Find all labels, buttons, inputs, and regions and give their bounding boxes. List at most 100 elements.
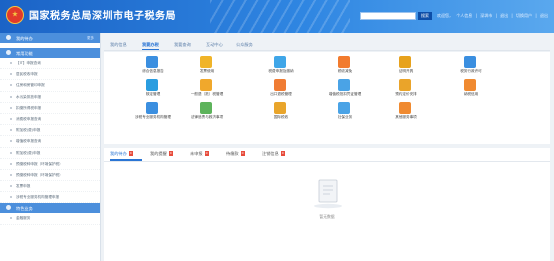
logout-link[interactable]: 退出 xyxy=(540,13,548,18)
sidebar-item[interactable]: 附加税(费)申报 xyxy=(0,125,100,137)
tab-todo[interactable]: 我的待办 0 xyxy=(110,151,133,157)
sidebar-item-label: 增值税申报查询 xyxy=(16,139,42,144)
sidebar-item-label: 附加税(费)申报 xyxy=(16,128,41,133)
service-grid: 综合信息报告 发票使用 税费申报及缴纳 税收减免 证明开具 税务行政许可核定管理 一般退（抵… xyxy=(104,52,550,144)
sidebar-item[interactable]: 居民税收申报 xyxy=(0,69,100,81)
service-icon xyxy=(200,56,212,68)
city-link[interactable]: 深圳市 xyxy=(480,13,492,18)
bullet-icon xyxy=(10,73,12,76)
bullet-icon xyxy=(10,140,12,143)
tab-tax-handling[interactable]: 我要办税 xyxy=(142,40,159,50)
service-label: 税务行政许可 xyxy=(460,69,482,73)
service-item[interactable]: 社保业务 xyxy=(314,100,376,120)
service-item[interactable]: 税费申报及缴纳 xyxy=(250,54,312,74)
separator: | xyxy=(535,13,537,18)
search-button[interactable]: 搜索 xyxy=(418,12,432,20)
service-item[interactable]: 税务行政许可 xyxy=(440,54,502,74)
service-item[interactable]: 增值税抵扣凭证管理 xyxy=(314,77,376,97)
service-icon xyxy=(464,79,476,91)
tab-unfiled[interactable]: 未申报 0 xyxy=(190,151,209,157)
service-item[interactable]: 核定管理 xyxy=(122,77,184,97)
sidebar-item-label: 发票申报 xyxy=(16,184,31,189)
sidebar-item[interactable]: 住房和房管印申报 xyxy=(0,80,100,92)
sidebar-item-label: 住房和房管印申报 xyxy=(16,83,45,88)
tab-interaction[interactable]: 互动中心 xyxy=(206,40,223,49)
tab-query[interactable]: 我要查询 xyxy=(174,40,191,49)
service-item[interactable]: 发票使用 xyxy=(176,54,238,74)
service-icon xyxy=(200,102,212,114)
sidebar-section-featured[interactable]: 特色业务 xyxy=(0,203,100,214)
site-title: 国家税务总局深圳市电子税务局 xyxy=(29,11,176,22)
tab-label: 我的待办 xyxy=(110,151,127,156)
service-label: 国际税收 xyxy=(273,115,289,119)
sidebar-home[interactable]: 我的待办 更多 xyxy=(0,33,100,43)
service-icon xyxy=(274,102,286,114)
service-item[interactable]: 纳税信用 xyxy=(440,77,502,97)
sidebar-item[interactable]: 消费税申报查询 xyxy=(0,114,100,126)
service-label: 综合信息报告 xyxy=(142,69,164,73)
sidebar-item[interactable]: 增值税申报查询 xyxy=(0,136,100,148)
service-item[interactable]: 国际税收 xyxy=(250,100,312,120)
sidebar-item[interactable]: 涉税专业服务机构管理申报 xyxy=(0,192,100,204)
exit-link[interactable]: 退出 xyxy=(500,13,508,18)
bullet-icon xyxy=(10,106,12,109)
sidebar-item[interactable]: 水污染排放申报 xyxy=(0,92,100,103)
list-icon xyxy=(6,50,11,55)
service-item[interactable]: 其他服务事项 xyxy=(375,100,437,120)
separator: | xyxy=(511,13,513,18)
service-label: 税费申报及缴纳 xyxy=(268,69,294,73)
tab-reminders[interactable]: 我的提醒 0 xyxy=(150,151,173,157)
sidebar-item[interactable]: 【IT】申报查询 xyxy=(0,58,100,70)
sidebar-item-label: 消费税申报查询 xyxy=(16,116,42,121)
service-item[interactable]: 证明开具 xyxy=(375,54,437,74)
service-icon xyxy=(146,56,158,68)
sidebar-item[interactable]: 附加税(费)申报 xyxy=(0,148,100,159)
switch-user-link[interactable]: 切换用户 xyxy=(516,13,532,18)
tabs-divider xyxy=(104,50,550,51)
service-label: 发票使用 xyxy=(199,69,215,73)
service-icon xyxy=(464,56,476,68)
service-label: 其他服务事项 xyxy=(395,115,417,119)
sidebar-item[interactable]: 金融服务 xyxy=(0,213,100,225)
sidebar-item[interactable]: 预缴税种申报（环境保护税） xyxy=(0,159,100,170)
service-item[interactable]: 综合信息报告 xyxy=(122,54,184,74)
tab-cancellation[interactable]: 注销信息 0 xyxy=(262,151,285,157)
tax-emblem-icon xyxy=(6,6,24,24)
sidebar-section-common[interactable]: 常用功能 xyxy=(0,48,100,58)
tab-label: 未申报 xyxy=(190,151,203,156)
service-item[interactable]: 税收减免 xyxy=(314,54,376,74)
sidebar-item-label: 附加税(费)申报 xyxy=(16,150,41,155)
todo-tabs: 我的待办 0 我的提醒 0 未申报 0 待缴款 0 注销信息 0 xyxy=(104,148,550,162)
header-decoration xyxy=(210,0,350,33)
sidebar-item-label: 涉税专业服务机构管理申报 xyxy=(16,195,60,200)
service-label: 涉税专业服务机构管理 xyxy=(135,115,171,119)
search-input[interactable] xyxy=(360,12,416,20)
service-item[interactable]: 一般退（抵）税管理 xyxy=(176,77,238,97)
sidebar-item-label: 预缴税种申报（环境保护税） xyxy=(16,161,63,166)
header: 国家税务总局深圳市电子税务局 搜索 欢迎您， 个人信息 | 深圳市 | 退出 |… xyxy=(0,0,554,33)
tab-unpaid[interactable]: 待缴款 0 xyxy=(226,151,245,157)
profile-link[interactable]: 个人信息 xyxy=(456,13,472,18)
bullet-icon xyxy=(10,117,12,120)
tab-public-service[interactable]: 公众服务 xyxy=(236,40,253,49)
sidebar-item[interactable]: 预缴税种申报（环境保护税） xyxy=(0,170,100,182)
bullet-icon xyxy=(10,95,12,98)
sidebar-item-label: 水污染排放申报 xyxy=(16,94,42,99)
service-item[interactable]: 预约定价安排 xyxy=(375,77,437,97)
service-item[interactable]: 涉税专业服务机构管理 xyxy=(122,100,184,120)
service-item[interactable]: 出口退税管理 xyxy=(250,77,312,97)
sidebar-item[interactable]: 发票申报 xyxy=(0,181,100,193)
service-label: 税收减免 xyxy=(337,69,353,73)
sidebar-home-label: 我的待办 xyxy=(16,35,33,41)
service-item[interactable]: 法律追责与救济事项 xyxy=(176,100,238,120)
sidebar-more-link[interactable]: 更多 xyxy=(87,36,94,41)
home-icon xyxy=(6,35,11,40)
bullet-icon xyxy=(10,173,12,176)
service-label: 核定管理 xyxy=(145,92,161,96)
tab-my-info[interactable]: 我的信息 xyxy=(110,40,127,49)
sidebar-item[interactable]: 扣缴所得税申报 xyxy=(0,103,100,114)
section-label: 特色业务 xyxy=(16,205,33,211)
separator: | xyxy=(495,13,497,18)
welcome-text: 欢迎您， xyxy=(437,13,453,18)
service-icon xyxy=(146,79,158,91)
